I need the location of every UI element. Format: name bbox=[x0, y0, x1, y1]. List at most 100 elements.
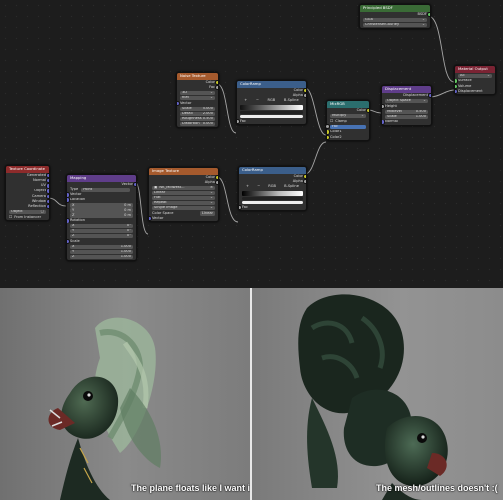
close-icon[interactable]: × bbox=[210, 186, 213, 190]
ramp-stop-fields[interactable] bbox=[242, 196, 303, 201]
noise-type-dropdown[interactable]: fBM ⌄ bbox=[180, 95, 215, 101]
ramp-interp-dropdown[interactable]: B-Spline bbox=[284, 185, 299, 189]
scale-field[interactable]: Scale 1.000 bbox=[385, 114, 428, 119]
chevron-down-icon: ⌄ bbox=[360, 113, 364, 118]
noise-texture-node[interactable]: Noise Texture Color Fac 3D ⌄ fBM ⌄ Vector … bbox=[176, 72, 219, 128]
bsdf-output-socket[interactable] bbox=[426, 12, 430, 18]
subsurface-method-dropdown[interactable]: Christensen-Burley ⌄ bbox=[363, 22, 427, 28]
color2-socket[interactable] bbox=[327, 134, 331, 140]
ramp-mode-dropdown[interactable]: RGB bbox=[268, 99, 276, 103]
displacement-output-socket[interactable] bbox=[427, 93, 431, 99]
object-picker[interactable]: Object ▢ bbox=[9, 209, 46, 215]
ramp-mode-dropdown[interactable]: RGB bbox=[268, 185, 276, 189]
alpha-output-label: Alpha bbox=[204, 180, 215, 184]
mix-rgb-node[interactable]: MixRGB Color Multiply ⌄ ☐ Clamp Fac Color1… bbox=[324, 100, 370, 141]
chevron-down-icon: ⌄ bbox=[422, 98, 426, 103]
projection-dropdown[interactable]: Flat ⌄ bbox=[152, 195, 215, 201]
scale-y-field[interactable]: Y 1.000 bbox=[70, 249, 133, 255]
color-output-socket[interactable] bbox=[365, 108, 369, 114]
rotation-x-field[interactable]: X 0° bbox=[70, 224, 133, 229]
fac-input-socket[interactable] bbox=[237, 119, 241, 125]
mapping-node[interactable]: Mapping Vector Type Point Vector Location… bbox=[66, 174, 137, 261]
image-icon: ▣ bbox=[154, 185, 158, 190]
scale-x-field[interactable]: X 1.000 bbox=[70, 244, 133, 250]
displacement-input-socket[interactable] bbox=[455, 88, 459, 95]
normal-socket[interactable] bbox=[382, 119, 386, 125]
add-stop-button[interactable]: + bbox=[246, 185, 249, 189]
scale-socket[interactable] bbox=[67, 239, 71, 245]
reflection-socket[interactable] bbox=[45, 204, 49, 210]
remove-stop-button[interactable]: − bbox=[256, 99, 259, 103]
source-dropdown[interactable]: Single Image ⌄ bbox=[152, 205, 215, 211]
remove-stop-button[interactable]: − bbox=[257, 185, 260, 189]
dimensions-dropdown[interactable]: 3D ⌄ bbox=[180, 90, 215, 96]
volume-label: Volume bbox=[458, 83, 472, 88]
rotation-socket[interactable] bbox=[67, 218, 71, 224]
color-ramp-top-node[interactable]: ColorRamp Color Alpha + − RGB B-Spline Fa… bbox=[236, 80, 307, 126]
target-dropdown[interactable]: All ⌄ bbox=[458, 73, 492, 78]
height-socket[interactable] bbox=[382, 103, 386, 109]
chevron-down-icon: ⌄ bbox=[209, 200, 213, 205]
principled-bsdf-title: Principled BSDF bbox=[360, 5, 430, 12]
from-instancer-checkbox[interactable]: ☐ bbox=[9, 215, 12, 220]
alpha-output-socket[interactable] bbox=[214, 180, 218, 186]
color-ramp-bottom-title: ColorRamp bbox=[239, 167, 306, 174]
scale-label: Scale bbox=[70, 239, 80, 243]
surface-label: Surface bbox=[458, 78, 472, 83]
space-dropdown[interactable]: Object Space ⌄ bbox=[385, 98, 428, 104]
principled-bsdf-node[interactable]: Principled BSDF BSDF GGX ⌄ Christensen-Bu… bbox=[359, 4, 431, 29]
distortion-field[interactable]: Distortion 0.000 bbox=[180, 121, 215, 127]
rotation-y-field[interactable]: Y 0° bbox=[70, 229, 133, 234]
midlevel-field[interactable]: Midlevel 0.500 bbox=[385, 109, 428, 114]
rotation-z-field[interactable]: Z 0° bbox=[70, 234, 133, 239]
fac-input-socket[interactable] bbox=[239, 205, 243, 211]
location-z-field[interactable]: Z0 m bbox=[70, 213, 133, 218]
ramp-stop-color[interactable] bbox=[242, 200, 303, 205]
chevron-down-icon: ⌄ bbox=[421, 17, 425, 22]
ramp-stop-fields[interactable] bbox=[240, 110, 303, 115]
material-output-node[interactable]: Material Output All ⌄ Surface Volume Disp… bbox=[454, 65, 496, 96]
interpolation-dropdown[interactable]: Linear ⌄ bbox=[152, 190, 215, 196]
chevron-down-icon: ⌄ bbox=[209, 95, 213, 100]
texture-coordinate-node[interactable]: Texture Coordinate Generated Normal UV O… bbox=[5, 165, 50, 222]
ramp-interp-dropdown[interactable]: B-Spline bbox=[284, 99, 299, 103]
color2-label: Color2 bbox=[330, 134, 342, 139]
color-ramp-bottom-node[interactable]: ColorRamp Color Alpha + − RGB B-Spline Fa… bbox=[238, 166, 307, 212]
cube-icon: ▢ bbox=[40, 209, 44, 214]
displacement-node[interactable]: Displacement Displacement Object Space ⌄ … bbox=[381, 85, 432, 126]
location-socket[interactable] bbox=[67, 197, 71, 203]
type-dropdown[interactable]: Point bbox=[81, 187, 130, 192]
location-y-field[interactable]: Y0 m bbox=[70, 208, 133, 213]
from-instancer-label: From Instancer bbox=[14, 214, 42, 219]
detail-field[interactable]: Detail 2.000 bbox=[180, 111, 215, 117]
extension-dropdown[interactable]: Repeat ⌄ bbox=[152, 200, 215, 206]
chevron-down-icon: ⌄ bbox=[209, 190, 213, 195]
color-output-label: Color bbox=[293, 88, 303, 92]
link-noise-to-ramp-top bbox=[216, 83, 237, 134]
add-stop-button[interactable]: + bbox=[244, 99, 247, 103]
displacement-output-label: Displacement bbox=[403, 93, 428, 97]
ramp-stop-color[interactable] bbox=[240, 114, 303, 119]
image-selector[interactable]: ▣ NK_Midwest... × bbox=[152, 185, 215, 191]
blend-type-dropdown[interactable]: Multiply ⌄ bbox=[330, 113, 366, 119]
scale-field[interactable]: Scale 5.000 bbox=[180, 106, 215, 112]
color-ramp-gradient[interactable] bbox=[240, 104, 303, 110]
link-ramp-bottom-to-mix bbox=[304, 141, 327, 175]
shader-node-editor[interactable]: Principled BSDF BSDF GGX ⌄ Christensen-Bu… bbox=[0, 0, 503, 288]
fac-field[interactable]: Fac bbox=[324, 124, 366, 130]
color-ramp-gradient[interactable] bbox=[242, 190, 303, 196]
image-texture-node[interactable]: Image Texture Color Alpha ▣ NK_Midwest...… bbox=[148, 167, 219, 223]
link-texcoord-to-mapping bbox=[47, 197, 67, 207]
vector-input-socket[interactable] bbox=[177, 100, 181, 107]
texture-coordinate-title: Texture Coordinate bbox=[6, 166, 49, 173]
color-space-dropdown[interactable]: Linear bbox=[199, 211, 215, 216]
clamp-checkbox[interactable]: ☐ bbox=[330, 119, 333, 124]
location-x-field[interactable]: X0 m bbox=[70, 203, 133, 208]
material-output-title: Material Output bbox=[455, 66, 495, 73]
fac-output-socket[interactable] bbox=[214, 85, 218, 91]
vector-input-socket[interactable] bbox=[149, 216, 153, 222]
distribution-dropdown[interactable]: GGX ⌄ bbox=[363, 17, 427, 23]
color-ramp-top-title: ColorRamp bbox=[237, 81, 306, 88]
scale-z-field[interactable]: Z 1.000 bbox=[70, 254, 133, 260]
roughness-field[interactable]: Roughness 0.500 bbox=[180, 116, 215, 122]
